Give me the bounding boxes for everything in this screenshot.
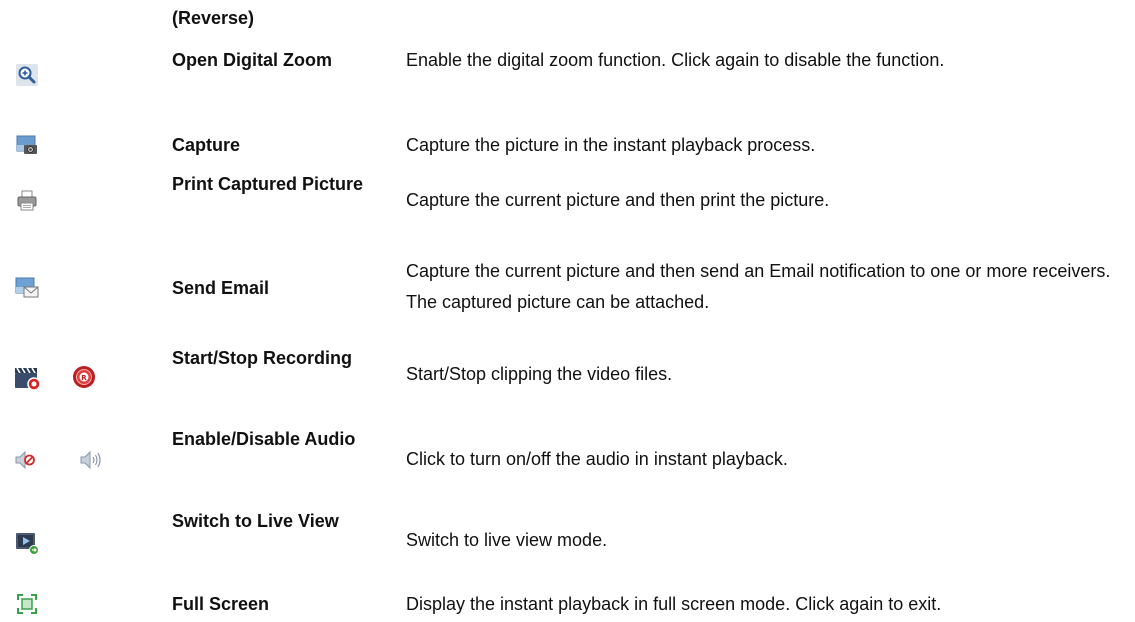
function-description: Capture the current picture and then pri…: [406, 190, 830, 210]
function-description: Capture the current picture and then sen…: [406, 261, 1111, 312]
function-name: Full Screen: [172, 594, 270, 614]
zoom-in-icon: [16, 64, 38, 86]
function-description: Start/Stop clipping the video files.: [406, 364, 673, 384]
function-description: Capture the picture in the instant playb…: [406, 135, 816, 155]
function-description: Enable the digital zoom function. Click …: [406, 50, 945, 70]
icon-cell: [0, 165, 160, 247]
audio-on-icon: [79, 449, 103, 471]
live-view-icon: [15, 531, 39, 555]
table-row: Enable/Disable Audio Click to turn on/of…: [0, 425, 1135, 509]
icon-cell: [0, 507, 160, 587]
svg-text:R: R: [81, 374, 87, 382]
icon-cell: [0, 128, 160, 162]
table-row: Open Digital Zoom Enable the digital zoo…: [0, 42, 1135, 124]
table-row: R Start/Stop Recording Start/Stop clippi…: [0, 339, 1135, 423]
full-screen-icon: [16, 593, 38, 615]
function-name: Print Captured Picture: [172, 174, 364, 194]
icon-cell: [0, 251, 160, 335]
table-row: Switch to Live View Switch to live view …: [0, 507, 1135, 587]
function-name: Start/Stop Recording: [172, 348, 353, 368]
icon-cell: [0, 587, 160, 622]
table-row: Capture Capture the picture in the insta…: [0, 128, 1135, 162]
table-row: Send Email Capture the current picture a…: [0, 251, 1135, 335]
function-name: Switch to Live View: [172, 511, 339, 531]
function-description: Display the instant playback in full scr…: [406, 594, 942, 614]
function-description: Switch to live view mode.: [406, 530, 608, 550]
icon-cell: [0, 425, 160, 509]
function-name: Open Digital Zoom: [172, 50, 332, 70]
function-name: Enable/Disable Audio: [172, 429, 356, 449]
function-name: Send Email: [172, 278, 270, 298]
clapper-record-icon: [13, 363, 41, 391]
icon-cell: [0, 42, 160, 124]
printer-icon: [16, 190, 38, 212]
function-name: (Reverse): [172, 8, 255, 28]
icon-cell: R: [0, 339, 160, 423]
table-row: (Reverse): [0, 0, 1135, 40]
function-name: Capture: [172, 135, 241, 155]
email-picture-icon: [15, 276, 39, 298]
table-row: Full Screen Display the instant playback…: [0, 587, 1135, 622]
function-description: Click to turn on/off the audio in instan…: [406, 449, 788, 469]
record-r-icon: R: [72, 365, 96, 389]
camera-icon: [16, 134, 38, 156]
audio-muted-icon: [14, 449, 36, 471]
table-row: Print Captured Picture Capture the curre…: [0, 165, 1135, 247]
